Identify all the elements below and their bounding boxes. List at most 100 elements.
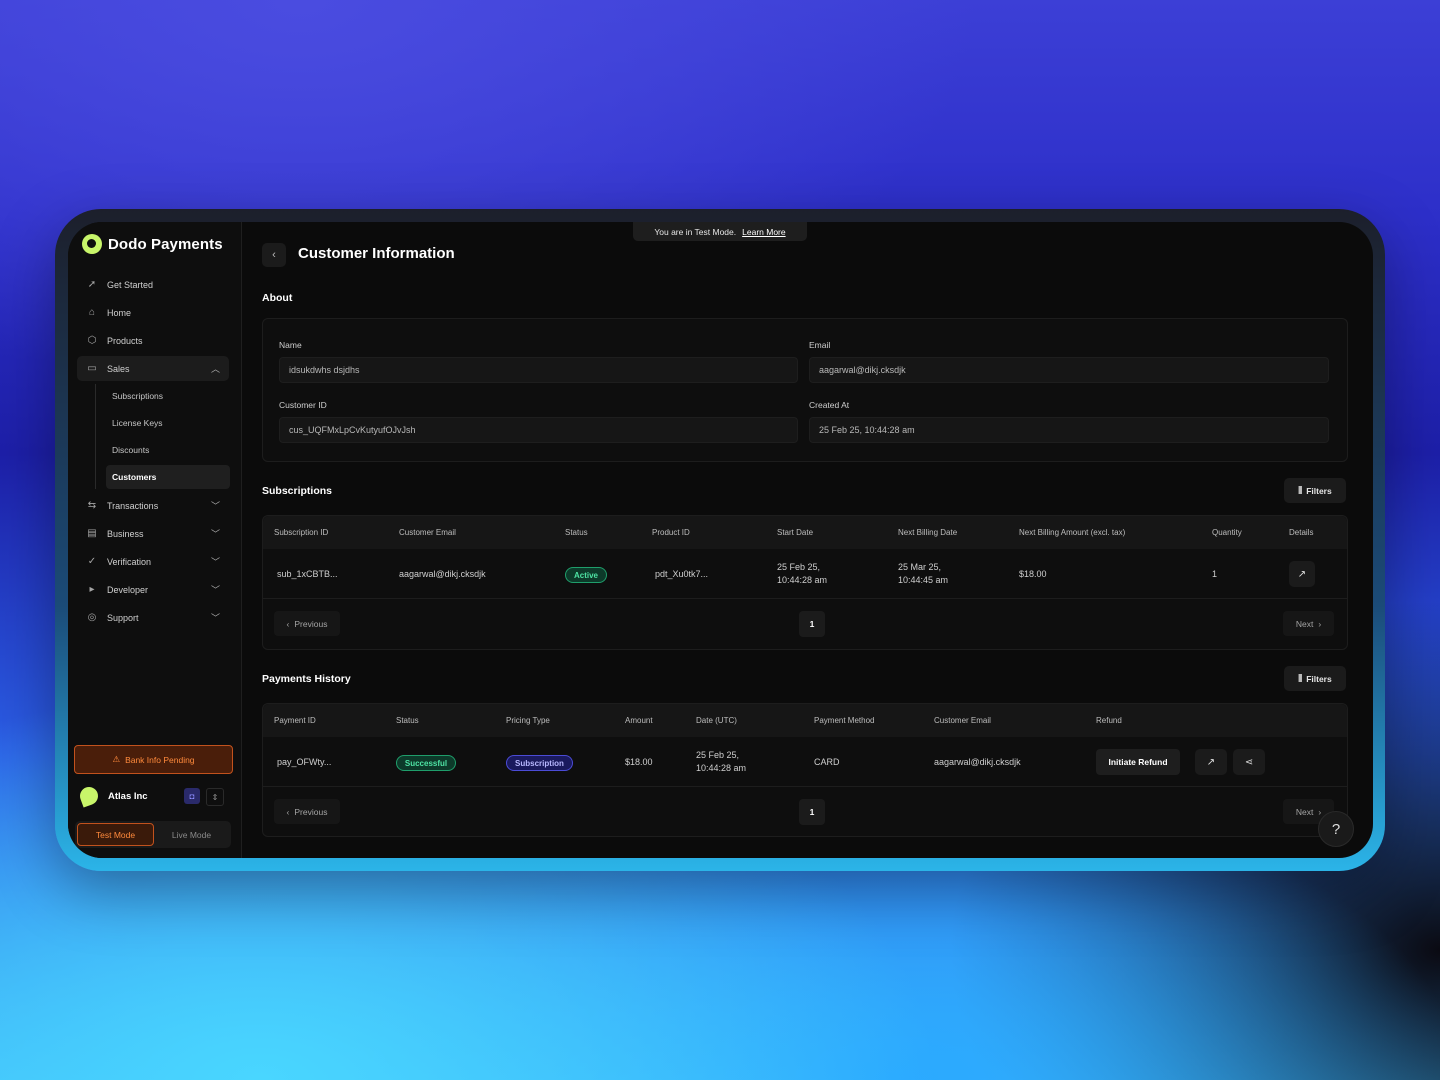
live-mode-button[interactable]: Live Mode: [154, 823, 229, 846]
sidebar-item-label: Support: [107, 612, 139, 623]
payments-history-heading: Payments History: [262, 673, 351, 685]
row-divider: [263, 786, 1347, 787]
status-badge: Active: [565, 567, 607, 583]
previous-label: Previous: [294, 806, 328, 817]
email-label: Email: [809, 340, 831, 350]
open-payment-button[interactable]: ↗: [1195, 749, 1227, 775]
sidebar-item-home[interactable]: ⌂ Home: [77, 300, 229, 325]
sidebar-item-sales[interactable]: ▭ Sales ︿: [77, 356, 229, 381]
sidebar-subitem-license-keys[interactable]: License Keys: [106, 411, 230, 435]
camera-icon[interactable]: ◘: [184, 788, 200, 804]
about-card: Name idsukdwhs dsjdhs Email aagarwal@dik…: [262, 318, 1348, 462]
check-circle-icon: ✓: [87, 555, 97, 567]
start-date-day: 25 Feb 25,: [777, 562, 821, 572]
org-switcher[interactable]: Atlas Inc ◘ ⇕: [77, 784, 230, 808]
page-number[interactable]: 1: [799, 611, 825, 637]
sidebar-item-verification[interactable]: ✓ Verification ﹀: [77, 549, 229, 574]
bank-warning-label: Bank Info Pending: [125, 754, 195, 765]
column-header: Date (UTC): [696, 716, 737, 725]
sidebar-item-label: Developer: [107, 584, 149, 595]
email-field[interactable]: aagarwal@dikj.cksdjk: [809, 357, 1329, 383]
sidebar-item-label: Business: [107, 528, 144, 539]
terminal-icon: ▸: [89, 583, 95, 595]
brand-logo[interactable]: Dodo Payments: [82, 234, 223, 254]
customer-id-field[interactable]: cus_UQFMxLpCvKutyufOJvJsh: [279, 417, 798, 443]
rocket-icon: ➚: [87, 278, 97, 290]
payment-method: CARD: [814, 757, 840, 767]
sidebar-subitem-discounts[interactable]: Discounts: [106, 438, 230, 462]
sidebar-nav: ➚ Get Started ⌂ Home ⬡ Products ▭ Sales …: [77, 272, 230, 633]
filters-label: Filters: [1306, 485, 1332, 496]
next-billing-time: 10:44:45 am: [898, 575, 949, 585]
main-content: ‹ Customer Information About Name idsukd…: [262, 222, 1348, 858]
payment-id: pay_OFWty...: [277, 757, 332, 767]
sidebar-item-label: Transactions: [107, 500, 159, 511]
previous-label: Previous: [294, 618, 328, 629]
start-date: 25 Feb 25, 10:44:28 am: [777, 561, 827, 587]
store-icon: ▤: [87, 527, 97, 539]
subscriptions-filters-button[interactable]: ⫼ Filters: [1284, 478, 1346, 503]
chevron-down-icon: ﹀: [210, 585, 220, 595]
subscriptions-heading: Subscriptions: [262, 485, 333, 497]
created-at-field[interactable]: 25 Feb 25, 10:44:28 am: [809, 417, 1329, 443]
chevron-down-icon: ﹀: [210, 529, 220, 539]
customer-id-label: Customer ID: [279, 400, 327, 410]
subscription-id: sub_1xCBTB...: [277, 569, 338, 579]
sidebar-subitem-customers[interactable]: Customers: [106, 465, 230, 489]
test-mode-button[interactable]: Test Mode: [77, 823, 154, 846]
next-billing-date: 25 Mar 25, 10:44:45 am: [898, 561, 948, 587]
filters-label: Filters: [1306, 673, 1332, 684]
sidebar-subitem-subscriptions[interactable]: Subscriptions: [106, 384, 230, 408]
sidebar-item-label: Sales: [107, 363, 130, 374]
share-button[interactable]: ⋖: [1233, 749, 1265, 775]
chevron-updown-icon[interactable]: ⇕: [206, 788, 224, 806]
column-header: Customer Email: [934, 716, 991, 725]
chevron-down-icon: ﹀: [210, 613, 220, 623]
sidebar-item-products[interactable]: ⬡ Products: [77, 328, 229, 353]
initiate-refund-button[interactable]: Initiate Refund: [1096, 749, 1180, 775]
chevron-down-icon: ﹀: [210, 557, 220, 567]
name-label: Name: [279, 340, 302, 350]
sliders-icon: ⫼: [1298, 673, 1303, 683]
sidebar-item-label: Home: [107, 307, 132, 318]
sidebar-item-label: Products: [107, 335, 143, 346]
column-header: Payment Method: [814, 716, 875, 725]
status-badge: Successful: [396, 755, 456, 771]
dodo-logo-icon: [82, 234, 102, 254]
back-button[interactable]: ‹: [262, 243, 286, 267]
about-heading: About: [262, 292, 293, 304]
help-button[interactable]: ?: [1318, 811, 1354, 847]
cash-icon: ▭: [87, 362, 97, 374]
sidebar-item-label: Get Started: [107, 279, 154, 290]
sidebar-item-get-started[interactable]: ➚ Get Started: [77, 272, 229, 297]
column-header: Payment ID: [274, 716, 316, 725]
bank-info-pending-button[interactable]: ⚠ Bank Info Pending: [74, 745, 233, 774]
arrow-up-right-icon: ↗: [1297, 568, 1307, 580]
pricing-type-badge: Subscription: [506, 755, 573, 771]
mode-toggle: Test Mode Live Mode: [75, 821, 231, 848]
page-number[interactable]: 1: [799, 799, 825, 825]
start-date-time: 10:44:28 am: [777, 575, 828, 585]
sidebar-item-developer[interactable]: ▸ Developer ﹀: [77, 577, 229, 602]
payment-date-day: 25 Feb 25,: [696, 750, 740, 760]
payment-amount: $18.00: [625, 757, 653, 767]
previous-page-button[interactable]: ‹ Previous: [274, 799, 340, 824]
column-header: Status: [396, 716, 419, 725]
details-button[interactable]: ↗: [1289, 561, 1315, 587]
previous-page-button[interactable]: ‹ Previous: [274, 611, 340, 636]
sidebar-item-transactions[interactable]: ⇆ Transactions ﹀: [77, 493, 229, 518]
created-at-label: Created At: [809, 400, 850, 410]
sidebar-item-support[interactable]: ◎ Support ﹀: [77, 605, 229, 630]
sidebar: Dodo Payments ➚ Get Started ⌂ Home ⬡ Pro…: [68, 222, 242, 858]
subscriptions-table: Subscription ID Customer Email Status Pr…: [262, 515, 1348, 650]
payments-filters-button[interactable]: ⫼ Filters: [1284, 666, 1346, 691]
column-header: Refund: [1096, 716, 1122, 725]
chevron-up-icon: ︿: [210, 364, 220, 374]
arrow-up-right-icon: ↗: [1206, 756, 1216, 768]
name-field[interactable]: idsukdwhs dsjdhs: [279, 357, 798, 383]
row-divider: [263, 598, 1347, 599]
sidebar-item-business[interactable]: ▤ Business ﹀: [77, 521, 229, 546]
page-title: Customer Information: [298, 245, 455, 262]
home-icon: ⌂: [88, 306, 96, 318]
next-page-button[interactable]: Next ›: [1283, 611, 1334, 636]
